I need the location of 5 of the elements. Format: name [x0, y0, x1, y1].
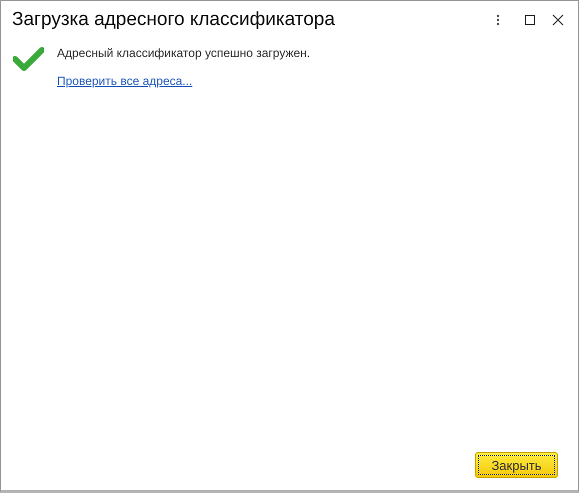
check-icon	[13, 47, 44, 71]
window-title: Загрузка адресного классификатора	[12, 8, 336, 32]
close-button[interactable]: Закрыть	[475, 452, 558, 478]
check-addresses-link[interactable]: Проверить все адреса...	[57, 72, 310, 90]
status-message: Адресный классификатор успешно загружен.	[57, 45, 310, 62]
